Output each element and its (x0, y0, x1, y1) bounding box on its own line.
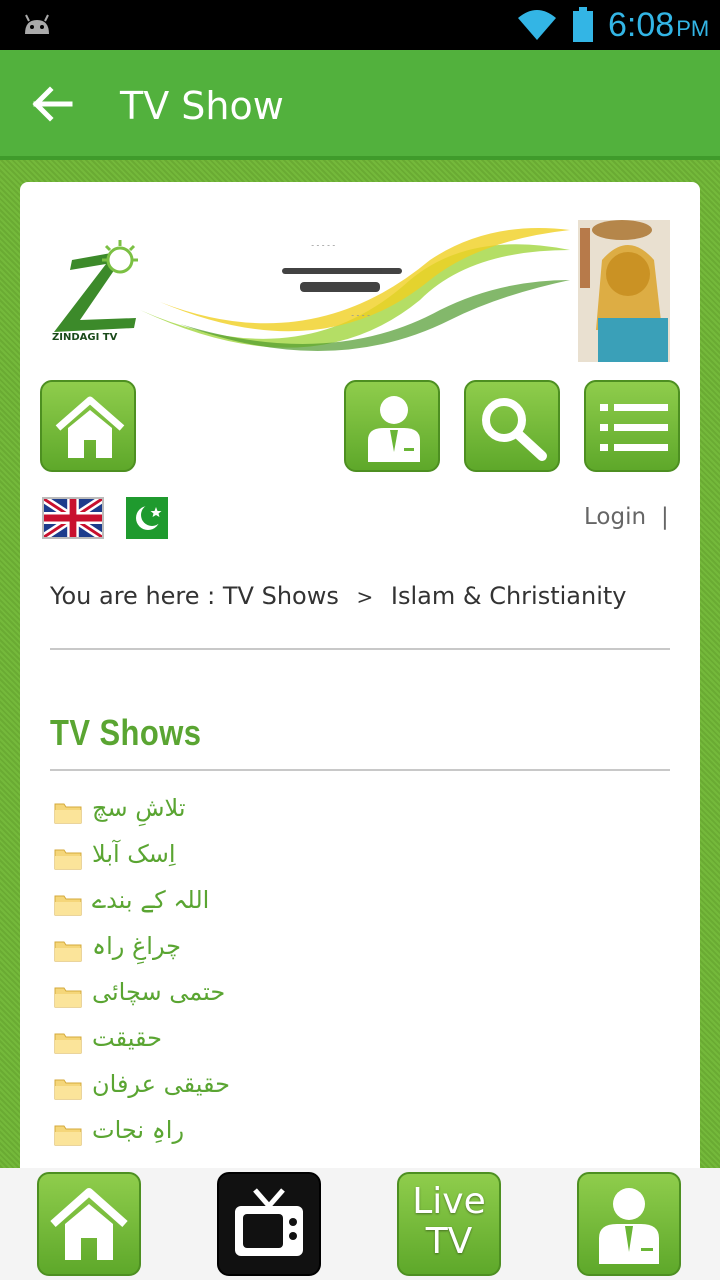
zindagi-logo-icon (54, 240, 138, 332)
uk-flag-icon[interactable] (42, 497, 104, 539)
live-tv-line-1: Live (412, 1181, 486, 1222)
show-label: حتمی سچائی (92, 978, 226, 1006)
breadcrumb-prefix: You are here : (50, 582, 216, 610)
show-list: تلاشِ سچ اِسک آبلا اللہ کے بندے چراغِ را… (54, 794, 654, 1162)
zindagi-banner: ۔۔۔۔۔ ۔۔۔۔ ZINDAGI TV (50, 220, 670, 362)
bottom-home-button[interactable] (37, 1172, 141, 1276)
show-label: اللہ کے بندے (92, 886, 210, 914)
breadcrumb-tv-shows[interactable]: TV Shows (223, 582, 339, 610)
list-menu-icon (600, 404, 668, 451)
login-separator: | (661, 504, 669, 530)
login-link[interactable]: Login (584, 504, 646, 530)
android-icon (25, 14, 49, 34)
show-label: اِسک آبلا (92, 840, 176, 868)
time-ampm: PM (676, 16, 710, 41)
user-icon (599, 1188, 659, 1264)
section-title: TV Shows (50, 712, 202, 753)
status-time: 6:08PM (608, 6, 709, 45)
folder-icon (54, 803, 82, 824)
folder-icon (54, 987, 82, 1008)
bottom-account-button[interactable] (577, 1172, 681, 1276)
status-bar: 6:08PM (0, 0, 720, 50)
list-item[interactable]: تلاشِ سچ (54, 794, 654, 840)
list-item[interactable]: حقیقت (54, 1024, 654, 1070)
divider (50, 769, 670, 771)
tv-icon (235, 1188, 303, 1256)
folder-icon (54, 1033, 82, 1054)
action-bar: TV Show (0, 50, 720, 160)
folder-icon (54, 849, 82, 870)
breadcrumb: You are here : TV Shows > Islam & Christ… (50, 582, 626, 610)
show-label: چراغِ راہ (92, 932, 182, 960)
show-label: حقیقی عرفان (92, 1070, 230, 1098)
home-icon (55, 396, 125, 458)
live-tv-line-2: TV (425, 1221, 473, 1262)
search-button[interactable] (464, 380, 560, 472)
user-icon (368, 396, 420, 462)
account-button[interactable] (344, 380, 440, 472)
bottom-tv-button[interactable] (217, 1172, 321, 1276)
home-button[interactable] (40, 380, 136, 472)
wifi-icon (518, 10, 556, 40)
content-card: ۔۔۔۔۔ ۔۔۔۔ ZINDAGI TV Login | You are he… (20, 182, 700, 1182)
list-item[interactable]: حقیقی عرفان (54, 1070, 654, 1116)
menu-button[interactable] (584, 380, 680, 472)
bottom-navigation: Live TV (0, 1168, 720, 1280)
bottom-live-tv-button[interactable]: Live TV (397, 1172, 501, 1276)
folder-icon (54, 895, 82, 916)
list-item[interactable]: چراغِ راہ (54, 932, 654, 978)
show-label: حقیقت (92, 1024, 162, 1052)
folder-icon (54, 1079, 82, 1100)
list-item[interactable]: اِسک آبلا (54, 840, 654, 886)
live-tv-label: Live TV (399, 1182, 499, 1262)
folder-icon (54, 1125, 82, 1146)
home-icon (50, 1188, 128, 1260)
list-item[interactable]: راہِ نجات (54, 1116, 654, 1162)
folder-icon (54, 941, 82, 962)
pakistan-flag-icon[interactable] (112, 497, 168, 539)
logo-text: ZINDAGI TV (52, 332, 118, 343)
back-arrow-icon[interactable] (30, 84, 80, 124)
show-label: تلاشِ سچ (92, 794, 186, 822)
page-title: TV Show (120, 84, 284, 128)
breadcrumb-separator: > (356, 585, 374, 609)
battery-icon (573, 7, 593, 42)
banner-graphic: ۔۔۔۔۔۔۔۔۔ (54, 220, 670, 362)
list-item[interactable]: حتمی سچائی (54, 978, 654, 1024)
divider (50, 648, 670, 650)
svg-text:۔۔۔۔۔: ۔۔۔۔۔ (310, 239, 336, 249)
breadcrumb-current: Islam & Christianity (390, 582, 627, 610)
show-label: راہِ نجات (92, 1116, 185, 1144)
time-value: 6:08 (608, 6, 675, 44)
svg-text:۔۔۔۔: ۔۔۔۔ (350, 309, 371, 319)
list-item[interactable]: اللہ کے بندے (54, 886, 654, 932)
search-icon (482, 398, 547, 461)
